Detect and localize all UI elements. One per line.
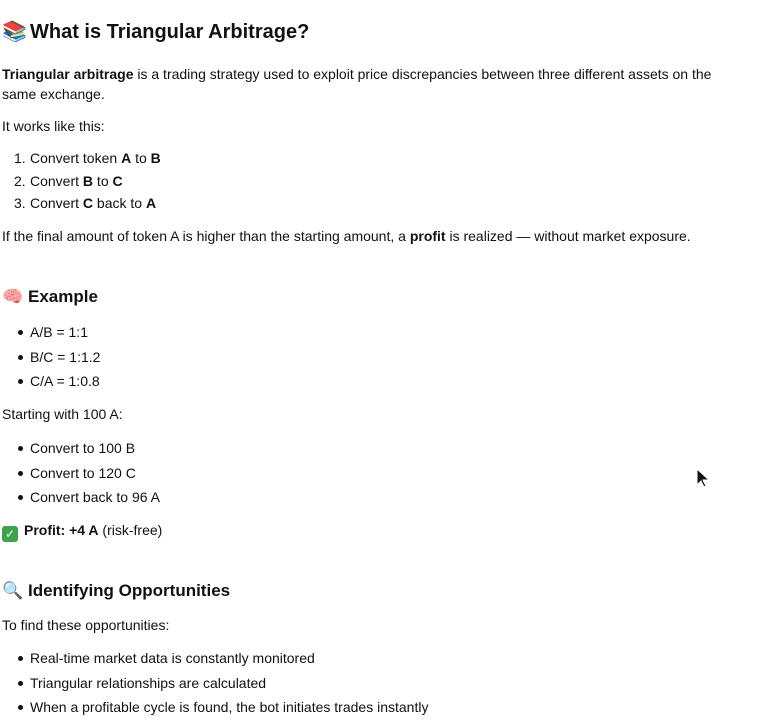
opportunities-list: Real-time market data is constantly moni… [2,648,428,722]
books-icon: 📚 [2,21,27,43]
intro-bold-term: Triangular arbitrage [2,66,134,82]
opportunity-item: Triangular relationships are calculated [2,673,428,698]
conversion-item: Convert to 100 B [2,438,160,463]
rate-item: B/C = 1:1.2 [2,347,100,372]
starting-text: Starting with 100 A: [2,406,123,422]
opportunity-item: Real-time market data is constantly moni… [2,648,428,673]
rate-item: C/A = 1:0.8 [2,371,100,396]
rate-item: A/B = 1:1 [2,322,100,347]
magnifying-glass-icon: 🔍 [2,581,24,600]
page-title-text: What is Triangular Arbitrage? [30,21,310,43]
opportunities-lead: To find these opportunities: [2,617,170,633]
profit-term: profit [409,228,446,244]
example-heading: 🧠 Example [2,285,98,309]
step-item: 2. Convert B to C [14,172,123,189]
works-like-text: It works like this: [2,118,105,134]
profit-note: (risk-free) [98,522,163,538]
conversions-list: Convert to 100 B Convert to 120 C Conver… [2,438,160,512]
brain-icon: 🧠 [2,287,24,306]
step-item: 1. Convert token A to B [14,150,161,166]
rates-list: A/B = 1:1 B/C = 1:1.2 C/A = 1:0.8 [2,322,100,396]
page-title: 📚 What is Triangular Arbitrage? [2,18,309,46]
conclusion-paragraph: If the final amount of token A is higher… [2,228,691,244]
opportunities-heading: 🔍 Identifying Opportunities [2,579,230,603]
conversion-item: Convert back to 96 A [2,487,160,512]
intro-paragraph: Triangular arbitrage is a trading strate… [2,64,748,104]
profit-line: ✓ Profit: +4 A (risk-free) [2,520,162,542]
conversion-item: Convert to 120 C [2,463,160,488]
check-mark-icon: ✓ [2,526,18,542]
profit-bold: Profit: +4 A [24,522,99,538]
step-item: 3. Convert C back to A [14,195,157,211]
opportunity-item: When a profitable cycle is found, the bo… [2,697,428,722]
mouse-cursor-icon [696,468,711,488]
steps-list: 1. Convert token A to B 2. Convert B to C … [2,148,161,216]
